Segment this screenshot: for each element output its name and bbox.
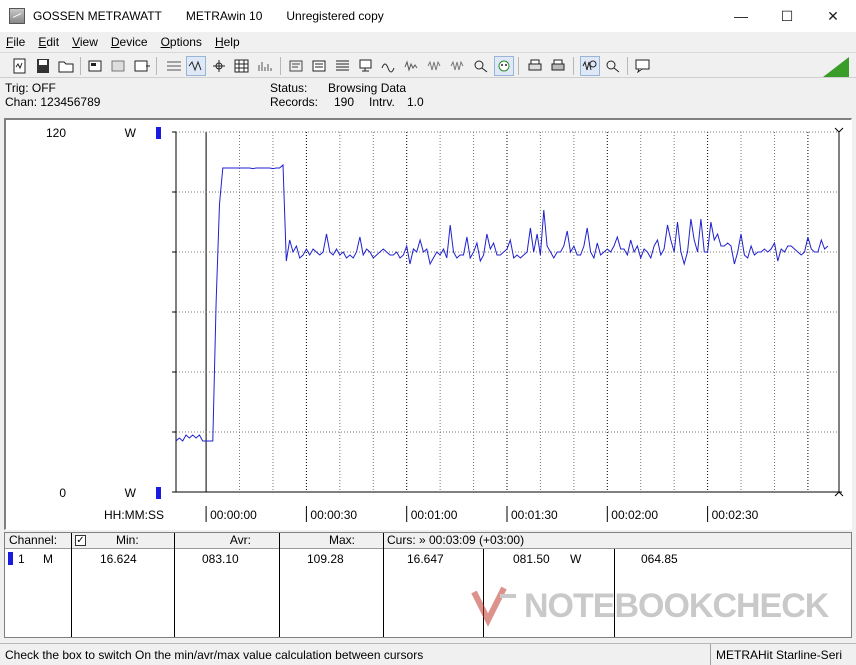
header-avr: Avr: (175, 533, 279, 549)
menu-bar: File Edit View Device Options Help (0, 32, 856, 52)
status-label: Status: (270, 81, 308, 95)
avr-value: 083.10 (202, 552, 239, 566)
close-icon: ✕ (827, 7, 839, 24)
list-config-icon[interactable] (310, 56, 330, 76)
series-line-1 (175, 163, 829, 442)
message-icon[interactable] (633, 56, 653, 76)
maximize-button[interactable]: ☐ (764, 0, 810, 32)
records-icon[interactable] (333, 56, 353, 76)
maximize-icon: ☐ (780, 7, 794, 24)
channel-color-marker (8, 552, 13, 565)
title-bar: GOSSEN METRAWATT METRAwin 10 Unregistere… (0, 0, 856, 32)
menu-help[interactable]: Help (215, 35, 240, 49)
menu-view[interactable]: View (72, 35, 98, 49)
minimize-button[interactable]: — (718, 0, 764, 32)
y-unit-bottom: W (125, 486, 137, 500)
device-settings-icon[interactable] (86, 56, 106, 76)
text-view-icon[interactable] (164, 56, 184, 76)
close-button[interactable]: ✕ (810, 0, 856, 32)
time-tick-label: 00:02:30 (712, 508, 759, 522)
save-icon[interactable] (33, 56, 53, 76)
max-value: 109.28 (307, 552, 344, 566)
time-tick-label: 00:00:30 (310, 508, 357, 522)
open-folder-icon[interactable] (56, 56, 76, 76)
header-cursor: Curs: » 00:03:09 (+03:00) (384, 533, 851, 549)
channel-mode: M (43, 552, 53, 566)
channel-number: 1 (18, 552, 25, 566)
menu-device[interactable]: Device (111, 35, 148, 49)
monitor-icon[interactable] (356, 56, 376, 76)
title-license: Unregistered copy (286, 9, 384, 23)
chart-panel[interactable]: 120 0 W W HH:MM:SS 00:00:00 00:00:30 00:01:00 00… (4, 118, 852, 530)
cursor-value-b: 081.50 (513, 552, 550, 566)
records-value: 190 (334, 95, 355, 109)
y-min-label: 0 (59, 486, 66, 500)
header-channel: Channel: (5, 533, 71, 549)
menu-file[interactable]: File (6, 35, 25, 49)
zoom-select-icon[interactable] (603, 56, 623, 76)
channel-status: Chan: 123456789 (5, 95, 101, 109)
status-hint: Check the box to switch On the min/avr/m… (5, 648, 424, 662)
bar-view-icon[interactable] (255, 56, 275, 76)
signal-icon[interactable] (379, 56, 399, 76)
table-view-icon[interactable] (232, 56, 252, 76)
interval-value: 1.0 (407, 95, 424, 109)
time-tick-label: 00:01:30 (511, 508, 558, 522)
app-icon[interactable] (9, 8, 25, 24)
status-area: Trig: OFF Chan: 123456789 Status: Browsi… (0, 79, 856, 115)
config-icon[interactable] (287, 56, 307, 76)
status-value: Browsing Data (328, 81, 407, 95)
notebookcheck-logo-icon (471, 586, 516, 627)
time-tick-label: 00:00:00 (210, 508, 257, 522)
y-max-label: 120 (46, 126, 66, 140)
channel-top-marker (156, 127, 161, 139)
minmax-checkbox[interactable]: ✓ (75, 535, 86, 546)
zoom-wave-icon[interactable] (580, 56, 600, 76)
signal-strength-icon (823, 57, 849, 77)
status-bar: Check the box to switch On the min/avr/m… (0, 643, 856, 665)
wave-view-icon[interactable] (186, 56, 206, 76)
scope-icon[interactable] (471, 56, 491, 76)
print-icon[interactable] (525, 56, 545, 76)
cursor-top-marker (834, 127, 844, 133)
min-value: 16.624 (100, 552, 137, 566)
cursor-view-icon[interactable] (209, 56, 229, 76)
menu-options[interactable]: Options (161, 35, 202, 49)
device-name: METRAHit Starline-Seri (710, 644, 856, 665)
power-chart[interactable]: 120 0 W W HH:MM:SS 00:00:00 00:00:30 00:01:00 00… (6, 120, 852, 530)
cursor-bottom-marker (834, 491, 844, 497)
time-axis-label: HH:MM:SS (104, 508, 164, 522)
time-tick-label: 00:02:00 (611, 508, 658, 522)
header-max: Max: (280, 533, 383, 549)
cursor-value-a: 16.647 (407, 552, 444, 566)
wave-icon-b[interactable] (448, 56, 468, 76)
menu-edit[interactable]: Edit (38, 35, 59, 49)
trig-status: Trig: OFF (5, 81, 56, 95)
title-company: GOSSEN METRAWATT (33, 9, 162, 23)
interval-label: Intrv. (369, 95, 395, 109)
cursor-unit: W (570, 552, 582, 566)
new-file-icon[interactable] (10, 56, 30, 76)
wave-icon-a[interactable] (425, 56, 445, 76)
device-read-icon[interactable] (109, 56, 129, 76)
records-label: Records: (270, 95, 319, 109)
device-export-icon[interactable] (132, 56, 152, 76)
print-setup-icon[interactable] (548, 56, 568, 76)
title-app: METRAwin 10 (185, 9, 263, 23)
signal-icon-2[interactable] (402, 56, 422, 76)
cursor-value-c: 064.85 (641, 552, 678, 566)
channel-bottom-marker (156, 487, 161, 499)
minimize-icon: — (734, 8, 748, 24)
y-unit-top: W (125, 126, 137, 140)
notebookcheck-watermark: NOTEBOOKCHECK (470, 582, 829, 630)
time-tick-label: 00:01:00 (411, 508, 458, 522)
face-icon[interactable] (494, 56, 514, 76)
header-min: ✓ Min: (72, 533, 174, 549)
toolbar (0, 52, 856, 78)
